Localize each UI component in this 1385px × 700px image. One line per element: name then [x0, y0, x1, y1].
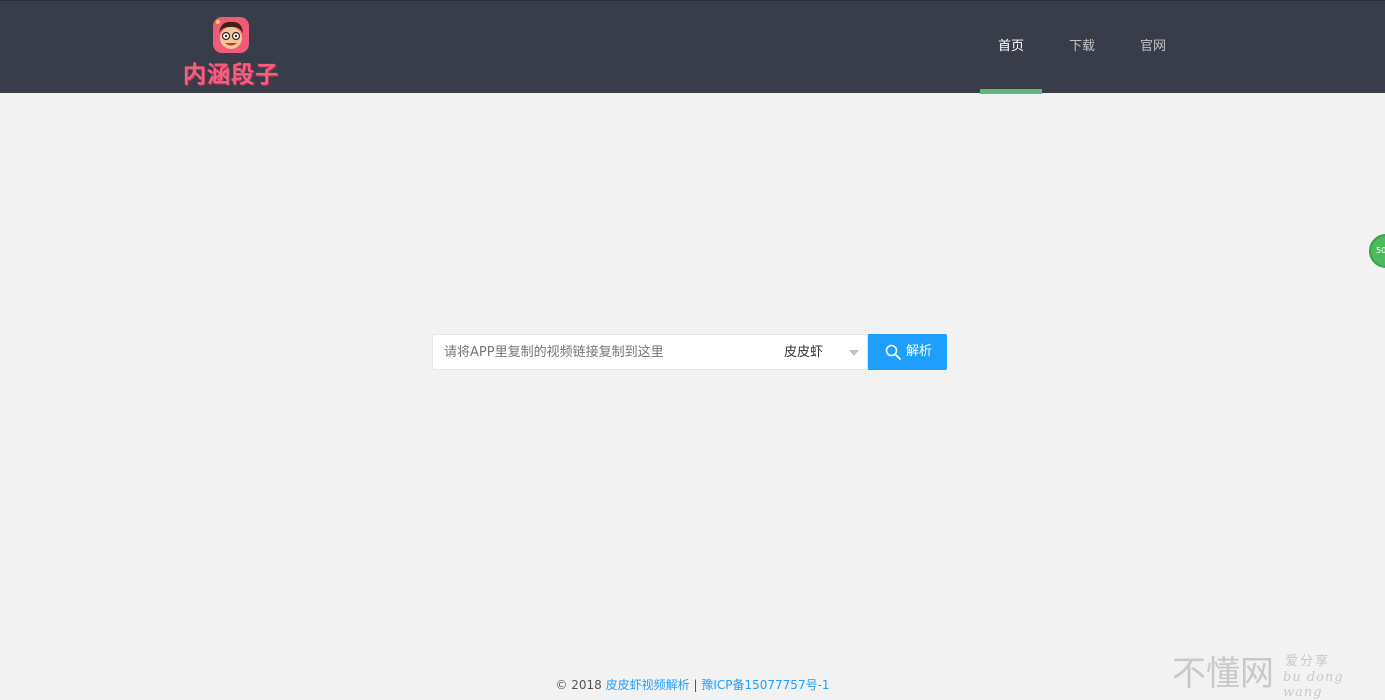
site-logo[interactable]: 内涵段子	[175, 15, 287, 88]
footer-icp-link[interactable]: 豫ICP备15077757号-1	[701, 678, 829, 692]
logo-text: 内涵段子	[183, 62, 279, 88]
platform-select[interactable]: 皮皮虾	[772, 334, 868, 370]
nav-item-download[interactable]: 下载	[1051, 1, 1113, 94]
search-icon	[885, 344, 901, 360]
floating-side-widget[interactable]: 50	[1369, 234, 1385, 268]
footer-separator: |	[693, 678, 698, 692]
watermark: 不懂网 爱分享 bu dong wang	[1172, 646, 1372, 700]
watermark-sub: 爱分享	[1285, 654, 1331, 669]
nav-item-official[interactable]: 官网	[1122, 1, 1184, 94]
parse-button-label: 解析	[906, 344, 933, 359]
search-form: 皮皮虾 解析	[432, 334, 947, 370]
side-widget-label: 50	[1376, 246, 1385, 255]
nav-item-home[interactable]: 首页	[980, 1, 1042, 94]
footer-copyright: © 2018	[555, 678, 602, 692]
watermark-main: 不懂网	[1172, 654, 1274, 694]
platform-select-value: 皮皮虾	[784, 345, 824, 360]
watermark-pinyin: bu dong wang	[1283, 670, 1344, 700]
video-link-input[interactable]	[432, 334, 772, 370]
chevron-down-icon	[849, 350, 859, 356]
logo-face-icon	[213, 17, 249, 53]
parse-button[interactable]: 解析	[868, 334, 947, 370]
top-header: 内涵段子 首页 下载 官网	[0, 0, 1385, 94]
footer-site-link[interactable]: 皮皮虾视频解析	[606, 678, 690, 692]
